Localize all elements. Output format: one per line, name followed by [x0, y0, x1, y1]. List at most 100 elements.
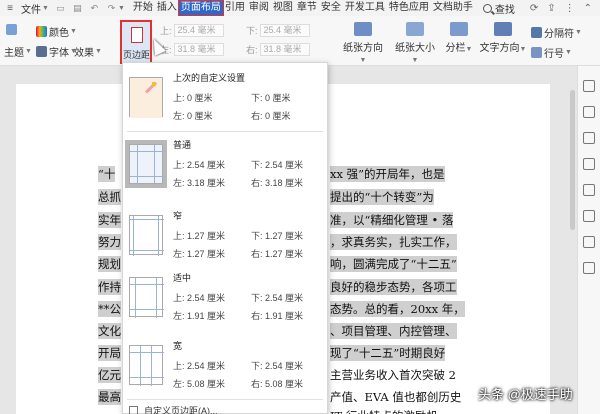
- more-icon[interactable]: ⋮: [565, 3, 575, 14]
- search-box[interactable]: 查找: [482, 1, 515, 16]
- separator-icon: [531, 27, 542, 38]
- tab-developer[interactable]: 开发工具: [343, 1, 387, 15]
- preset-top: 上: 0 厘米: [173, 93, 213, 103]
- top-margin-label: 上:: [160, 26, 172, 36]
- preset-title: 窄: [173, 211, 183, 221]
- sidebar-tool-icon[interactable]: [583, 106, 595, 118]
- tab-home[interactable]: 开始: [131, 1, 155, 15]
- document-text-line: 努力: [98, 234, 121, 250]
- ribbon-tabs: 开始 插入 页面布局 引用 审阅 视图 章节 安全 开发工具 特色应用 文档助手: [131, 0, 475, 16]
- bottom-margin-value[interactable]: 25.4 毫米: [259, 24, 310, 37]
- collapse-icon[interactable]: ⌃: [584, 3, 592, 14]
- preset-top: 上: 2.54 厘米: [173, 293, 226, 303]
- document-text-line: 现了“十二五”时期良好: [330, 345, 446, 361]
- paper-size-label: 纸张大小: [395, 43, 435, 54]
- tab-doc-assistant[interactable]: 文档助手: [431, 1, 475, 15]
- print-icon[interactable]: ▤: [72, 3, 83, 13]
- right-margin-label: 右:: [246, 45, 258, 55]
- tab-insert[interactable]: 插入: [155, 1, 179, 15]
- share-icon[interactable]: ⇪: [547, 3, 555, 14]
- chevron-down-icon: ▼: [95, 48, 102, 55]
- sidebar-tool-icon[interactable]: [583, 262, 595, 274]
- bottom-margin-field[interactable]: 下: 25.4 毫米: [246, 24, 310, 37]
- theme-label-button[interactable]: 主题 ▼: [4, 44, 32, 59]
- document-text-line: 态势。总的看，20xx 年，: [330, 301, 465, 317]
- tab-security[interactable]: 安全: [319, 1, 343, 15]
- colors-button[interactable]: 颜色 ▼: [36, 24, 77, 39]
- menu-divider: [127, 131, 323, 132]
- preset-preview-icon: [129, 144, 164, 185]
- chevron-down-icon: ▼: [25, 48, 32, 55]
- margin-preset-narrow[interactable]: 窄 上: 1.27 厘米 下: 1.27 厘米 左: 1.27 厘米 右: 1.…: [123, 209, 327, 273]
- separator-label: 分隔符: [544, 29, 574, 40]
- open-folder-icon[interactable]: ▭: [55, 3, 66, 13]
- undo-icon[interactable]: ↶: [89, 3, 100, 13]
- preset-bottom: 下: 2.54 厘米: [251, 160, 304, 170]
- margin-preset-moderate[interactable]: 适中 上: 2.54 厘米 下: 2.54 厘米 左: 1.91 厘米 右: 1…: [123, 271, 327, 335]
- tab-references[interactable]: 引用: [223, 1, 247, 15]
- sidebar-tool-icon[interactable]: [583, 184, 595, 196]
- tab-features[interactable]: 特色应用: [387, 1, 431, 15]
- right-margin-value[interactable]: 31.8 毫米: [259, 43, 310, 56]
- paper-size-button[interactable]: 纸张大小 ▼: [392, 22, 438, 65]
- orientation-button[interactable]: 纸张方向 ▼: [340, 22, 386, 65]
- left-margin-value[interactable]: 31.8 毫米: [173, 43, 224, 56]
- document-text-line: “十: [98, 166, 116, 182]
- hamburger-icon[interactable]: ≡: [3, 3, 17, 14]
- tab-page-layout[interactable]: 页面布局: [177, 0, 224, 16]
- preset-title: 上次的自定义设置: [173, 73, 246, 83]
- tab-view[interactable]: 视图: [271, 1, 295, 15]
- document-text-line: 开局: [98, 345, 121, 361]
- left-margin-field[interactable]: 左: 31.8 毫米: [160, 43, 224, 56]
- line-number-icon: [531, 47, 542, 58]
- top-margin-value[interactable]: 25.4 毫米: [173, 24, 224, 37]
- sync-icon[interactable]: ⟳: [530, 3, 538, 14]
- palette-icon: [36, 26, 47, 37]
- sidebar-tool-icon[interactable]: [583, 210, 595, 222]
- chevron-down-icon: ▼: [411, 57, 419, 64]
- line-number-label: 行号: [544, 49, 564, 60]
- chevron-down-icon[interactable]: ▼: [118, 5, 125, 12]
- sidebar-tool-icon[interactable]: [583, 236, 595, 248]
- sidebar-tool-icon[interactable]: [583, 80, 595, 92]
- right-margin-field[interactable]: 右: 31.8 毫米: [246, 43, 310, 56]
- menu-bar: ≡ 文件 ▼ ▭ ▤ ↶ ↷ ▼ 开始 插入 页面布局 引用 审阅 视图 章节 …: [0, 0, 600, 16]
- chevron-down-icon[interactable]: ▼: [42, 5, 49, 12]
- separator-button[interactable]: 分隔符 ▼: [531, 25, 582, 40]
- document-text-line: 文化: [98, 323, 121, 339]
- margin-preset-last-custom[interactable]: 上次的自定义设置 上: 0 厘米 下: 0 厘米 左: 0 厘米 右: 0 厘米: [123, 71, 327, 135]
- margin-preset-normal[interactable]: 普通 上: 2.54 厘米 下: 2.54 厘米 左: 3.18 厘米 右: 3…: [123, 138, 327, 202]
- top-margin-field[interactable]: 上: 25.4 毫米: [160, 24, 224, 37]
- theme-button[interactable]: [6, 24, 19, 35]
- sidebar-tool-icon[interactable]: [583, 132, 595, 144]
- document-text-line: IT 行业特点的激励机: [330, 408, 438, 414]
- document-text-line: 最高: [98, 389, 121, 405]
- sidebar-tool-icon[interactable]: [583, 158, 595, 170]
- margin-preset-wide[interactable]: 宽 上: 2.54 厘米 下: 2.54 厘米 左: 5.08 厘米 右: 5.…: [123, 339, 327, 403]
- redo-icon[interactable]: ↷: [106, 3, 117, 13]
- menubar-right-icons: ⟳ ⇪ ⋮ ⌃: [530, 3, 592, 14]
- fonts-button[interactable]: 字体 ▼: [36, 44, 77, 59]
- tab-section[interactable]: 章节: [295, 1, 319, 15]
- text-direction-button[interactable]: 文字方向▼: [479, 22, 527, 54]
- preset-title: 普通: [173, 140, 192, 150]
- columns-button[interactable]: 分栏▼: [444, 22, 474, 54]
- margins-button[interactable]: 页边距: [120, 20, 152, 64]
- preset-top: 上: 1.27 厘米: [173, 231, 226, 241]
- preset-left: 左: 3.18 厘米: [173, 178, 226, 188]
- page-orientation-icon: [354, 22, 372, 36]
- text-direction-icon: [494, 22, 512, 36]
- document-text-line: 总抓: [98, 189, 121, 205]
- tab-review[interactable]: 审阅: [247, 1, 271, 15]
- preset-bottom: 下: 1.27 厘米: [251, 231, 304, 241]
- document-text-line: 作持: [98, 279, 121, 295]
- file-menu[interactable]: 文件: [21, 1, 41, 16]
- custom-margins-item[interactable]: 自定义页边距(A)...: [129, 404, 218, 414]
- effects-label: 效果: [74, 48, 94, 59]
- vertical-scrollbar[interactable]: [570, 90, 575, 230]
- effects-button[interactable]: 效果 ▼: [74, 44, 102, 59]
- line-number-button[interactable]: 行号 ▼: [531, 45, 572, 60]
- preset-right: 右: 3.18 厘米: [251, 178, 304, 188]
- bottom-margin-label: 下:: [246, 26, 258, 36]
- preset-title: 宽: [173, 341, 183, 351]
